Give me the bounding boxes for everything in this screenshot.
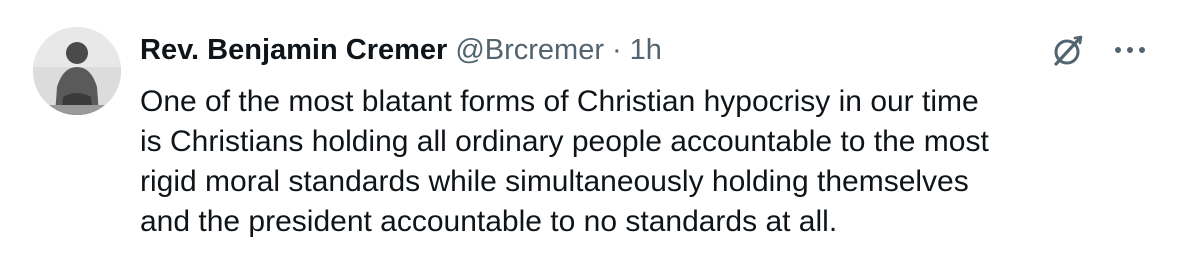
display-name[interactable]: Rev. Benjamin Cremer (140, 34, 447, 67)
tweet-text-line: rigid moral standards while simultaneous… (140, 165, 969, 198)
tweet[interactable]: Rev. Benjamin Cremer @Brcremer · 1h One … (0, 0, 1190, 270)
more-dot (1127, 47, 1133, 53)
user-handle[interactable]: @Brcremer (455, 34, 604, 67)
avatar-photo (33, 27, 121, 115)
avatar[interactable] (33, 27, 121, 115)
tweet-text-line: is Christians holding all ordinary peopl… (140, 125, 989, 158)
more-dot (1115, 47, 1121, 53)
tweet-header: Rev. Benjamin Cremer @Brcremer · 1h (140, 30, 662, 70)
grok-icon[interactable] (1050, 33, 1086, 69)
tweet-text-line: One of the most blatant forms of Christi… (140, 85, 979, 118)
separator-dot: · (611, 33, 622, 66)
timestamp[interactable]: 1h (630, 34, 662, 67)
tweet-text: One of the most blatant forms of Christi… (140, 82, 1160, 242)
more-dot (1139, 47, 1145, 53)
more-options-icon[interactable] (1115, 40, 1145, 60)
tweet-text-line: and the president accountable to no stan… (140, 205, 838, 238)
